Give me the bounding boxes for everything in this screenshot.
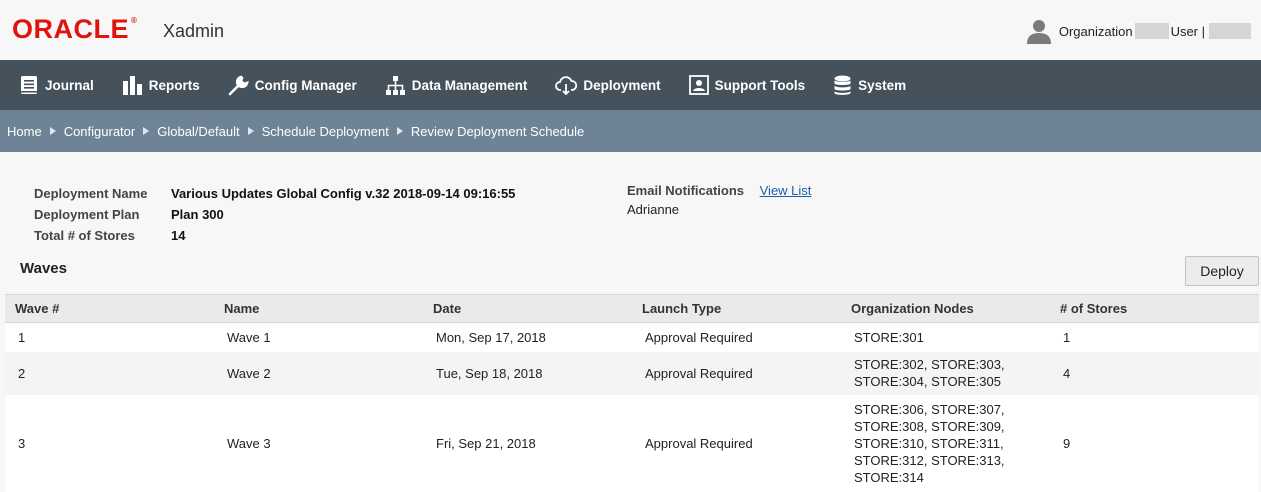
deployment-info: Deployment Name Various Updates Global C…	[34, 183, 515, 246]
user-icon	[1026, 20, 1051, 44]
oracle-logo: ORACLE ®	[12, 14, 138, 44]
email-notifications: Email Notifications View List Adrianne	[627, 183, 811, 217]
wave-number: 2	[18, 365, 26, 381]
org-node-line: STORE:312, STORE:313,	[854, 452, 1005, 468]
support-icon	[688, 75, 709, 95]
wave-name: Wave 3	[227, 435, 271, 451]
breadcrumb-review-deployment-schedule: Review Deployment Schedule	[410, 123, 585, 139]
journal-icon	[21, 76, 37, 94]
column-header-stores[interactable]: # of Stores	[1050, 295, 1259, 323]
column-header-launch-type[interactable]: Launch Type	[632, 295, 841, 323]
column-header-organization-nodes[interactable]: Organization Nodes	[841, 295, 1050, 323]
total-stores-label: Total # of Stores	[34, 228, 135, 243]
org-node-line: STORE:304, STORE:305	[854, 374, 1001, 389]
nav-deployment[interactable]: Deployment	[555, 75, 661, 95]
org-node-line: STORE:308, STORE:309,	[854, 418, 1005, 434]
breadcrumb-schedule-deployment[interactable]: Schedule Deployment	[262, 124, 389, 139]
email-recipient: Adrianne	[627, 202, 680, 217]
user-area[interactable]: Organization User |	[1025, 18, 1251, 44]
deployment-plan-row: Deployment Plan Plan 300	[34, 204, 515, 225]
nav-support-tools-label: Support Tools	[714, 77, 806, 93]
deployment-plan-value: Plan 300	[171, 207, 224, 222]
wrench-icon	[228, 75, 249, 95]
waves-table: Wave # Name Date Launch Type Organizatio…	[5, 294, 1259, 492]
wave-name: Wave 2	[227, 365, 271, 381]
org-node-line: STORE:306, STORE:307,	[854, 401, 1005, 417]
wave-store-count: 9	[1063, 435, 1071, 451]
wave-number: 3	[18, 435, 26, 451]
wave-name: Wave 1	[227, 329, 271, 345]
app-name: Xadmin	[163, 21, 225, 41]
breadcrumb-separator-icon	[143, 127, 150, 135]
nav-config-manager[interactable]: Config Manager	[228, 75, 357, 96]
wave-store-count: 4	[1063, 365, 1071, 381]
nav-config-manager-label: Config Manager	[254, 77, 357, 93]
nav-data-management[interactable]: Data Management	[385, 75, 528, 96]
total-stores-value: 14	[171, 228, 186, 243]
wave-launch-type: Approval Required	[645, 329, 753, 345]
breadcrumb: Home Configurator Global/Default Schedul…	[0, 110, 1261, 152]
deployment-name-row: Deployment Name Various Updates Global C…	[34, 183, 515, 204]
wave-org-nodes: STORE:301	[841, 323, 1050, 352]
organization-redacted	[1134, 23, 1169, 39]
table-header-row: Wave # Name Date Launch Type Organizatio…	[5, 294, 1259, 323]
breadcrumb-separator-icon	[247, 127, 254, 135]
user-redacted	[1209, 23, 1251, 39]
database-icon	[834, 75, 851, 95]
main-nav: Journal Reports Config Manager Data Mana…	[0, 60, 1261, 110]
org-node-line: STORE:301	[854, 329, 924, 345]
nav-data-management-label: Data Management	[411, 77, 528, 93]
org-node-line: STORE:314	[854, 469, 924, 485]
deployment-name-label: Deployment Name	[34, 186, 148, 201]
deployment-name-value: Various Updates Global Config v.32 2018-…	[171, 186, 516, 201]
column-header-name[interactable]: Name	[214, 295, 423, 323]
deploy-button[interactable]: Deploy	[1185, 256, 1259, 286]
cloud-download-icon	[555, 76, 578, 95]
breadcrumb-configurator[interactable]: Configurator	[64, 124, 136, 139]
wave-store-count: 1	[1063, 329, 1071, 345]
top-bar: ORACLE ® Xadmin Organization User |	[0, 0, 1261, 60]
column-header-date[interactable]: Date	[423, 295, 632, 323]
wave-org-nodes: STORE:306, STORE:307, STORE:308, STORE:3…	[841, 395, 1050, 492]
wave-date: Tue, Sep 18, 2018	[436, 365, 543, 381]
reports-icon	[122, 76, 142, 95]
hierarchy-icon	[385, 75, 405, 95]
nav-journal-label: Journal	[45, 77, 94, 93]
nav-support-tools[interactable]: Support Tools	[688, 75, 806, 95]
table-row[interactable]: 1 Wave 1 Mon, Sep 17, 2018 Approval Requ…	[5, 322, 1259, 352]
org-node-line: STORE:302, STORE:303,	[854, 357, 1005, 372]
breadcrumb-global-default[interactable]: Global/Default	[157, 124, 239, 139]
wave-date: Fri, Sep 21, 2018	[436, 435, 536, 451]
organization-label: Organization	[1058, 23, 1133, 39]
wave-launch-type: Approval Required	[645, 435, 753, 451]
nav-reports[interactable]: Reports	[122, 75, 200, 95]
breadcrumb-home[interactable]: Home	[7, 124, 42, 139]
org-node-line: STORE:310, STORE:311,	[854, 435, 1004, 451]
wave-launch-type: Approval Required	[645, 365, 753, 381]
nav-system[interactable]: System	[833, 75, 906, 96]
wave-org-nodes: STORE:302, STORE:303, STORE:304, STORE:3…	[841, 352, 1050, 395]
email-notifications-label: Email Notifications	[627, 183, 745, 198]
wave-number: 1	[18, 329, 26, 345]
user-label: User |	[1170, 23, 1205, 39]
deployment-plan-label: Deployment Plan	[34, 207, 140, 222]
column-header-wave[interactable]: Wave #	[5, 295, 214, 323]
nav-deployment-label: Deployment	[583, 77, 661, 93]
table-row[interactable]: 2 Wave 2 Tue, Sep 18, 2018 Approval Requ…	[5, 351, 1259, 395]
wave-date: Mon, Sep 17, 2018	[436, 329, 546, 345]
breadcrumb-separator-icon	[396, 127, 403, 135]
nav-journal[interactable]: Journal	[19, 75, 94, 95]
breadcrumb-separator-icon	[49, 127, 56, 135]
view-list-link[interactable]: View List	[760, 183, 812, 198]
waves-heading: Waves	[20, 260, 67, 277]
nav-system-label: System	[858, 77, 907, 93]
total-stores-row: Total # of Stores 14	[34, 225, 515, 246]
nav-reports-label: Reports	[148, 77, 200, 93]
table-row[interactable]: 3 Wave 3 Fri, Sep 21, 2018 Approval Requ…	[5, 394, 1259, 492]
